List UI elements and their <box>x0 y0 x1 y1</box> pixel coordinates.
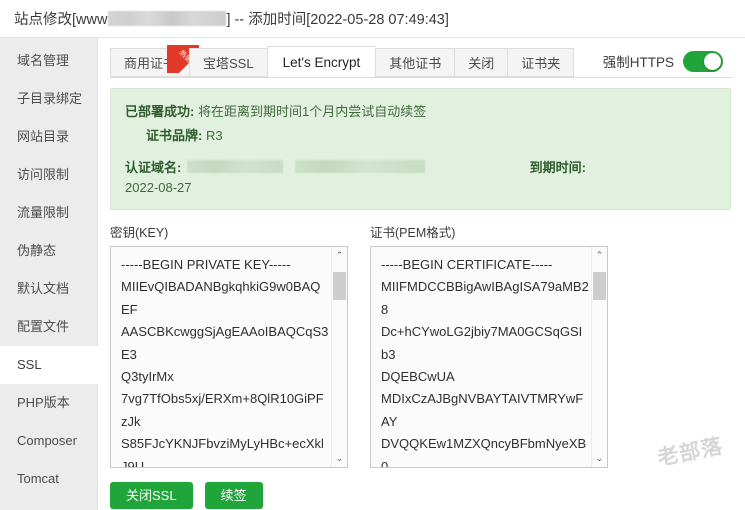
cert-domain-label: 认证域名: <box>125 160 182 175</box>
action-buttons: 关闭SSL 续签 <box>110 482 731 509</box>
sidebar-item-traffic-limit[interactable]: 流量限制 <box>0 194 97 232</box>
page-title-suffix: ] -- 添加时间[2022-05-28 07:49:43] <box>226 12 449 28</box>
sidebar-item-access-restriction[interactable]: 访问限制 <box>0 156 97 194</box>
tabs-row: 商用证书 热销 宝塔SSL Let's Encrypt 其他证书 关闭 证书夹 <box>98 38 745 78</box>
sidebar-item-default-document[interactable]: 默认文档 <box>0 270 97 308</box>
tab-bt-ssl[interactable]: 宝塔SSL <box>189 48 267 77</box>
sidebar-item-composer[interactable]: Composer <box>0 422 97 460</box>
close-ssl-button[interactable]: 关闭SSL <box>110 482 193 509</box>
scroll-up-icon[interactable]: ⌃ <box>592 248 607 263</box>
sidebar-item-domain-management[interactable]: 域名管理 <box>0 42 97 80</box>
page-title: 站点修改[www ] -- 添加时间[2022-05-28 07:49:43] <box>14 8 449 29</box>
sidebar-item-website-directory[interactable]: 网站目录 <box>0 118 97 156</box>
tab-commercial-cert-label: 商用证书 <box>124 56 177 71</box>
window-header: 站点修改[www ] -- 添加时间[2022-05-28 07:49:43] <box>0 0 745 38</box>
cert-expire-date: 2022-08-27 <box>125 180 192 195</box>
cert-scrollbar-thumb[interactable] <box>593 272 606 300</box>
tab-commercial-cert[interactable]: 商用证书 热销 <box>110 45 200 77</box>
scroll-up-icon[interactable]: ⌃ <box>332 248 347 263</box>
sidebar-item-config-file[interactable]: 配置文件 <box>0 308 97 346</box>
tab-lets-encrypt[interactable]: Let's Encrypt <box>266 46 376 77</box>
sidebar-item-rewrite[interactable]: 伪静态 <box>0 232 97 270</box>
force-https-group: 强制HTTPS <box>590 49 733 78</box>
tab-close[interactable]: 关闭 <box>454 48 508 77</box>
key-textarea[interactable]: -----BEGIN PRIVATE KEY----- MIIEvQIBADAN… <box>110 246 348 468</box>
cert-column: 证书(PEM格式) -----BEGIN CERTIFICATE----- MI… <box>370 222 608 468</box>
cert-textarea[interactable]: -----BEGIN CERTIFICATE----- MIIFMDCCBBig… <box>370 246 608 468</box>
deployment-status-label: 已部署成功: <box>125 104 195 119</box>
sidebar-item-tomcat[interactable]: Tomcat <box>0 460 97 498</box>
cert-scrollbar[interactable]: ⌃ ⌄ <box>591 247 607 467</box>
cert-domain-row: 认证域名: 到期时间: <box>125 157 716 176</box>
toggle-knob <box>704 52 721 70</box>
cert-expire-label: 到期时间: <box>529 160 586 175</box>
cert-brand-value: R3 <box>205 128 223 143</box>
key-label: 密钥(KEY) <box>110 226 169 240</box>
tab-list: 商用证书 热销 宝塔SSL Let's Encrypt 其他证书 关闭 证书夹 <box>110 45 575 78</box>
key-scrollbar[interactable]: ⌃ ⌄ <box>331 247 347 467</box>
deployment-status-line: 已部署成功: 将在距离到期时间1个月内尝试自动续签 <box>125 101 716 120</box>
deployment-notice: 已部署成功: 将在距离到期时间1个月内尝试自动续签 证书品牌: R3 认证域名:… <box>110 88 731 210</box>
sidebar: 域名管理 子目录绑定 网站目录 访问限制 流量限制 伪静态 默认文档 配置文件 … <box>0 38 98 510</box>
key-column: 密钥(KEY) -----BEGIN PRIVATE KEY----- MIIE… <box>110 222 348 468</box>
sidebar-item-php-version[interactable]: PHP版本 <box>0 384 97 422</box>
cert-textarea-content: -----BEGIN CERTIFICATE----- MIIFMDCCBBig… <box>381 257 589 467</box>
tab-other-cert[interactable]: 其他证书 <box>375 48 455 77</box>
cert-fields-row: 密钥(KEY) -----BEGIN PRIVATE KEY----- MIIE… <box>110 222 731 468</box>
deployment-status-text: 将在距离到期时间1个月内尝试自动续签 <box>197 104 427 119</box>
force-https-label: 强制HTTPS <box>602 55 674 70</box>
tabs-spacer <box>574 49 591 78</box>
tab-cert-folder[interactable]: 证书夹 <box>507 48 575 77</box>
force-https-toggle[interactable] <box>683 50 723 72</box>
renew-button[interactable]: 续签 <box>204 482 263 509</box>
redacted-domain-1 <box>187 160 284 173</box>
redacted-domain-title <box>108 11 227 26</box>
cert-brand-label: 证书品牌: <box>146 128 203 143</box>
key-scrollbar-thumb[interactable] <box>333 272 346 300</box>
cert-brand-line: 证书品牌: R3 <box>146 125 716 144</box>
key-textarea-content: -----BEGIN PRIVATE KEY----- MIIEvQIBADAN… <box>121 257 329 467</box>
redacted-domain-2 <box>295 160 426 173</box>
ssl-panel: 已部署成功: 将在距离到期时间1个月内尝试自动续签 证书品牌: R3 认证域名:… <box>98 78 745 509</box>
cert-label: 证书(PEM格式) <box>370 226 456 240</box>
sidebar-item-ssl[interactable]: SSL <box>0 346 98 384</box>
page-title-prefix: 站点修改[www <box>14 12 108 28</box>
body-wrapper: 域名管理 子目录绑定 网站目录 访问限制 流量限制 伪静态 默认文档 配置文件 … <box>0 38 745 510</box>
scroll-down-icon[interactable]: ⌄ <box>592 451 607 466</box>
scroll-down-icon[interactable]: ⌄ <box>332 451 347 466</box>
content-area: 商用证书 热销 宝塔SSL Let's Encrypt 其他证书 关闭 证书夹 <box>98 38 745 510</box>
sidebar-item-subdirectory-binding[interactable]: 子目录绑定 <box>0 80 97 118</box>
